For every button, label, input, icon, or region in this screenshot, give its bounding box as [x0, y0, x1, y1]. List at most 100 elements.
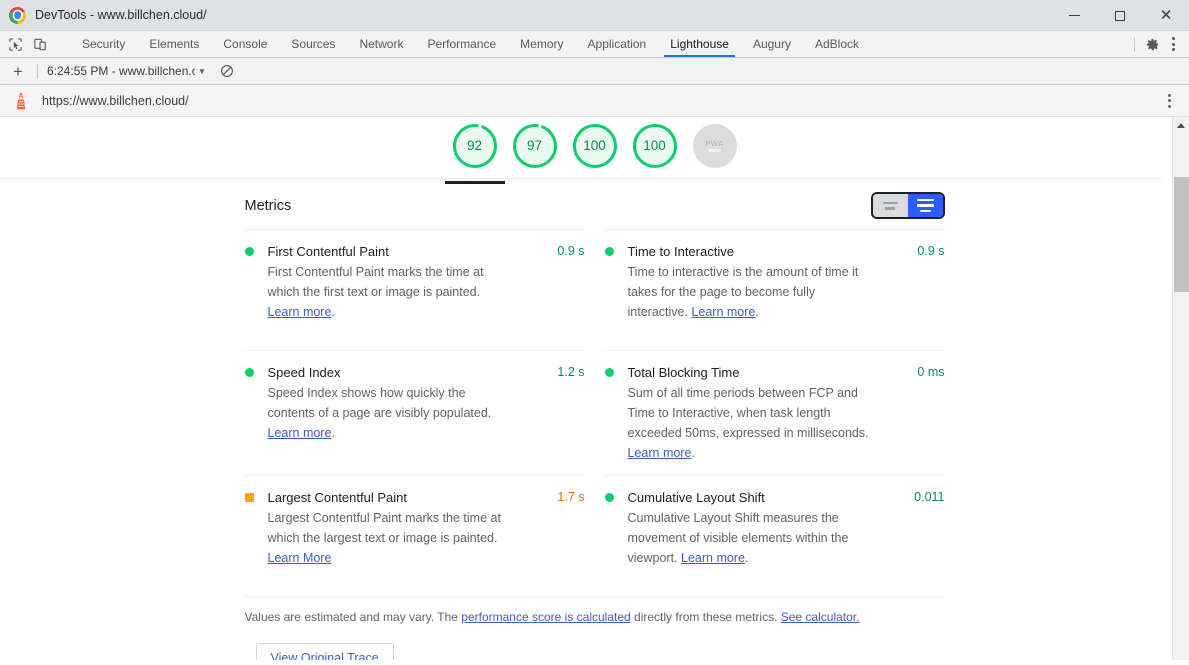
view-original-trace-button[interactable]: View Original Trace: [255, 643, 394, 660]
lighthouse-toolbar: + 6:24:55 PM - www.billchen.clou ▼: [0, 58, 1189, 85]
devtools-tool-icons: [0, 31, 70, 57]
devtools-tab-performance[interactable]: Performance: [415, 31, 508, 57]
gauge-pwa[interactable]: PWA: [685, 121, 745, 183]
devtools-tab-bar: Security Elements Console Sources Networ…: [0, 31, 1189, 58]
see-calculator-link[interactable]: See calculator.: [781, 610, 860, 624]
metric-value: 0.011: [914, 490, 945, 504]
toolbar-divider: [37, 63, 38, 79]
devtools-tab-augury[interactable]: Augury: [741, 31, 803, 57]
score-ring: 100: [632, 123, 677, 168]
minimize-button[interactable]: [1051, 0, 1097, 31]
gauge-performance[interactable]: 92: [444, 121, 505, 184]
status-marker-good-icon: [604, 247, 614, 256]
window-title: DevTools - www.billchen.cloud/: [35, 8, 207, 22]
learn-more-link[interactable]: Learn more: [691, 305, 755, 319]
scrollbar-thumb[interactable]: [1174, 177, 1189, 292]
device-toolbar-button[interactable]: [32, 36, 49, 53]
learn-more-link[interactable]: Learn more: [268, 426, 332, 440]
devtools-tab-elements[interactable]: Elements: [137, 31, 211, 57]
metric-description-tail: .: [744, 551, 749, 565]
devtools-tab-application[interactable]: Application: [576, 31, 659, 57]
view-detail-icon-line: [916, 204, 934, 207]
toggle-detail-view[interactable]: [907, 194, 943, 217]
devtools-tab-adblock[interactable]: AdBlock: [803, 31, 871, 57]
metric-description-text: Sum of all time periods between FCP and …: [627, 386, 869, 440]
new-report-button[interactable]: +: [8, 61, 28, 81]
performance-score-link[interactable]: performance score is calculated: [461, 610, 630, 624]
devtools-more-button[interactable]: [1163, 33, 1183, 55]
metric-description-text: Speed Index shows how quickly the conten…: [267, 386, 492, 420]
devtools-tab-console[interactable]: Console: [211, 31, 279, 57]
metric-header: Cumulative Layout Shift 0.011: [604, 488, 945, 507]
gauge-accessibility[interactable]: 97: [505, 121, 565, 183]
metrics-view-toggle[interactable]: [870, 192, 945, 219]
devtools-tab-network[interactable]: Network: [347, 31, 415, 57]
report-more-button[interactable]: [1159, 90, 1179, 112]
vertical-scrollbar[interactable]: [1172, 117, 1189, 660]
metric-description-tail: .: [331, 305, 335, 319]
score-ring: 92: [452, 123, 497, 168]
learn-more-link[interactable]: Learn more: [681, 551, 745, 565]
metric-name: Cumulative Layout Shift: [627, 490, 765, 505]
devtools-tab-security[interactable]: Security: [70, 31, 137, 57]
tab-label: Sources: [291, 37, 336, 51]
learn-more-link[interactable]: Learn more: [268, 305, 332, 319]
tab-label: Augury: [752, 37, 791, 51]
metric-name: Largest Contentful Paint: [267, 490, 407, 505]
metric-value: 1.7 s: [557, 490, 585, 504]
learn-more-link[interactable]: Learn More: [268, 551, 332, 565]
metric-description-tail: .: [331, 426, 335, 440]
metrics-section: Metrics First Contentful Paint 0.9 s Fir…: [0, 179, 1189, 660]
kebab-dot: [1167, 99, 1171, 102]
title-left-group: DevTools - www.billchen.cloud/: [0, 6, 207, 24]
learn-more-link[interactable]: Learn more: [628, 446, 692, 460]
score-ring: 100: [572, 123, 617, 168]
view-detail-icon-line: [919, 209, 931, 213]
window-title-bar: DevTools - www.billchen.cloud/ ✕: [0, 0, 1189, 31]
inspect-element-button[interactable]: [7, 36, 24, 53]
status-marker-good-icon: [244, 368, 254, 377]
scroll-up-button[interactable]: [1173, 117, 1189, 134]
minimize-icon: [1068, 15, 1080, 16]
report-header-bar: https://www.billchen.cloud/: [0, 85, 1189, 117]
metric-description: Cumulative Layout Shift measures the mov…: [628, 508, 876, 568]
metric-description: Largest Contentful Paint marks the time …: [268, 508, 516, 568]
plus-icon: +: [13, 61, 23, 81]
metric-header: Time to Interactive 0.9 s: [604, 242, 945, 261]
metric-name: Total Blocking Time: [627, 365, 740, 380]
content-right-gutter: [1162, 117, 1172, 660]
metric-speed-index[interactable]: Speed Index 1.2 s Speed Index shows how …: [244, 350, 585, 475]
gauge-best-practices[interactable]: 100: [565, 121, 625, 183]
kebab-dot: [1171, 37, 1175, 40]
metric-header: Speed Index 1.2 s: [244, 363, 585, 382]
chevron-down-icon: ▼: [198, 66, 206, 76]
window-controls: ✕: [1051, 0, 1189, 31]
settings-button[interactable]: [1141, 33, 1163, 55]
devtools-tab-lighthouse[interactable]: Lighthouse: [658, 31, 741, 57]
metric-description-tail: .: [691, 446, 695, 460]
toggle-simple-view[interactable]: [872, 194, 908, 217]
close-button[interactable]: ✕: [1143, 0, 1189, 31]
metric-first-contentful-paint[interactable]: First Contentful Paint 0.9 s First Conte…: [244, 229, 585, 350]
gear-icon: [1146, 38, 1158, 50]
maximize-button[interactable]: [1097, 0, 1143, 31]
devtools-tab-sources[interactable]: Sources: [279, 31, 347, 57]
metric-largest-contentful-paint[interactable]: Largest Contentful Paint 1.7 s Largest C…: [244, 475, 585, 596]
metric-header: Largest Contentful Paint 1.7 s: [244, 488, 585, 507]
score-value: 92: [466, 138, 483, 153]
score-value: 100: [643, 138, 666, 153]
devtools-tab-memory[interactable]: Memory: [508, 31, 575, 57]
report-run-select[interactable]: 6:24:55 PM - www.billchen.clou ▼: [47, 64, 206, 78]
metric-cumulative-layout-shift[interactable]: Cumulative Layout Shift 0.011 Cumulative…: [604, 475, 945, 596]
metric-description-tail: .: [755, 305, 759, 319]
close-icon: ✕: [1159, 7, 1173, 24]
clear-all-button[interactable]: [218, 62, 236, 80]
metrics-header: Metrics: [245, 192, 945, 229]
metric-total-blocking-time[interactable]: Total Blocking Time 0 ms Sum of all time…: [604, 350, 945, 475]
tab-label: Security: [82, 37, 126, 51]
metric-description: Sum of all time periods between FCP and …: [628, 383, 876, 463]
status-marker-good-icon: [604, 368, 614, 377]
gauge-seo[interactable]: 100: [625, 121, 685, 183]
metric-time-to-interactive[interactable]: Time to Interactive 0.9 s Time to intera…: [604, 229, 945, 350]
metric-description: First Contentful Paint marks the time at…: [268, 262, 516, 322]
